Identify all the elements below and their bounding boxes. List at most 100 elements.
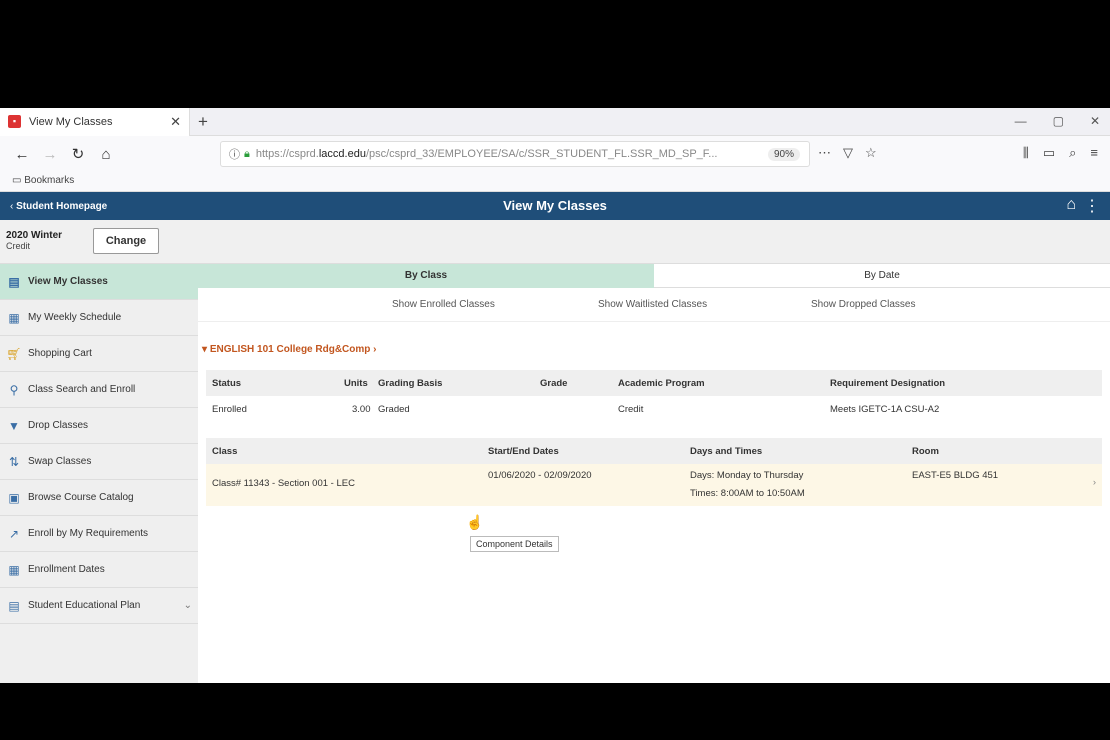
sidebar-item-swap-classes[interactable]: ⇅ Swap Classes — [0, 444, 198, 480]
url-prefix: https://csprd. — [255, 148, 319, 160]
tab-by-date[interactable]: By Date — [654, 264, 1110, 288]
sidebar-item-label: Student Educational Plan — [28, 600, 141, 611]
column-header: Academic Program — [618, 378, 705, 389]
sidebar-item-enrollment-dates[interactable]: ▦ Enrollment Dates — [0, 552, 198, 588]
maximize-icon[interactable]: ▢ — [1053, 114, 1064, 128]
sidebar-item-label: Drop Classes — [28, 420, 89, 431]
sidebar-item-drop-classes[interactable]: ▼ Drop Classes — [0, 408, 198, 444]
reload-icon[interactable]: ↻ — [64, 145, 92, 163]
sidebar: ▤ View My Classes ▦ My Weekly Schedule 🛒… — [0, 264, 198, 683]
folder-icon: ▭ — [12, 175, 22, 186]
grading-basis-value: Graded — [378, 404, 410, 415]
column-header: Class — [212, 446, 238, 457]
tooltip: Component Details — [470, 536, 559, 552]
pocket-icon[interactable]: ▽ — [843, 145, 853, 161]
content-panel: By Class By Date Show Enrolled Classes S… — [198, 264, 1110, 683]
show-waitlisted-checkbox[interactable]: Show Waitlisted Classes — [598, 299, 707, 310]
browser-window: ▪ View My Classes ✕ + — ▢ ✕ ← → ↻ ⌂ ⓘ 🔒︎… — [0, 108, 1110, 683]
status-table: Status Units Grading Basis Grade Academi… — [206, 370, 1102, 422]
menu-icon[interactable]: ≡ — [1090, 145, 1098, 161]
bookmarks-bar: ▭ Bookmarks — [0, 172, 1110, 192]
requirement-value: Meets IGETC-1A CSU-A2 — [830, 404, 940, 415]
main-area: ▤ View My Classes ▦ My Weekly Schedule 🛒… — [0, 264, 1110, 683]
search-icon[interactable]: ⌕ — [1069, 145, 1076, 161]
page-actions: ⋯ ▽ ☆ — [818, 145, 877, 161]
more-actions-icon[interactable]: ⋯ — [818, 145, 831, 161]
sidebar-item-label: Enrollment Dates — [28, 564, 105, 575]
sidebar-item-weekly-schedule[interactable]: ▦ My Weekly Schedule — [0, 300, 198, 336]
cart-icon: 🛒︎ — [6, 346, 22, 361]
show-dropped-checkbox[interactable]: Show Dropped Classes — [811, 299, 916, 310]
term-info: 2020 Winter Credit — [6, 230, 62, 251]
sidebar-toggle-icon[interactable]: ▭ — [1043, 145, 1055, 161]
column-header: Units — [344, 378, 368, 389]
swap-icon: ⇅ — [8, 454, 20, 469]
browser-tab[interactable]: ▪ View My Classes ✕ — [0, 108, 190, 136]
room-value: EAST-E5 BLDG 451 — [912, 470, 999, 481]
collapse-icon: ▾ — [202, 344, 208, 355]
drop-icon: ▼ — [8, 418, 20, 433]
sidebar-item-label: Shopping Cart — [28, 348, 92, 359]
chevron-right-icon: › — [373, 344, 377, 355]
home-icon[interactable]: ⌂ — [1066, 196, 1076, 214]
row-chevron-icon[interactable]: › — [1093, 477, 1096, 488]
library-icon[interactable]: ⫼ — [1023, 145, 1029, 161]
bookmark-star-icon[interactable]: ☆ — [865, 145, 877, 161]
sidebar-item-label: Enroll by My Requirements — [28, 528, 149, 539]
column-header: Requirement Designation — [830, 378, 946, 389]
home-icon[interactable]: ⌂ — [92, 146, 120, 163]
page-title: View My Classes — [503, 198, 607, 213]
show-enrolled-checkbox[interactable]: Show Enrolled Classes — [392, 299, 495, 310]
minimize-icon[interactable]: — — [1015, 114, 1027, 128]
sidebar-item-shopping-cart[interactable]: 🛒︎ Shopping Cart — [0, 336, 198, 372]
close-tab-icon[interactable]: ✕ — [170, 114, 181, 130]
toolbar-icons: ⫼ ▭ ⌕ ≡ — [1023, 145, 1098, 161]
column-header: Status — [212, 378, 242, 389]
status-table-header: Status Units Grading Basis Grade Academi… — [206, 370, 1102, 396]
new-tab-icon[interactable]: + — [198, 112, 208, 132]
class-row[interactable]: Class# 11343 - Section 001 - LEC 01/06/2… — [206, 464, 1102, 506]
sidebar-item-course-catalog[interactable]: ▣ Browse Course Catalog — [0, 480, 198, 516]
sidebar-item-label: My Weekly Schedule — [28, 312, 122, 323]
back-arrow-icon[interactable]: ← — [8, 146, 36, 163]
column-header: Start/End Dates — [488, 446, 559, 457]
close-window-icon[interactable]: ✕ — [1090, 114, 1100, 128]
sidebar-item-enroll-requirements[interactable]: ↗ Enroll by My Requirements — [0, 516, 198, 552]
show-filters: Show Enrolled Classes Show Waitlisted Cl… — [198, 288, 1110, 322]
site-favicon-icon: ▪ — [8, 115, 21, 128]
url-suffix: /psc/csprd_33/EMPLOYEE/SA/c/SSR_STUDENT_… — [365, 148, 718, 160]
forward-arrow-icon[interactable]: → — [36, 146, 64, 163]
units-value: 3.00 — [352, 404, 371, 415]
course-title-link[interactable]: ▾ ENGLISH 101 College Rdg&Comp › — [202, 344, 377, 355]
column-header: Grading Basis — [378, 378, 443, 389]
app-header: ‹ Student Homepage View My Classes ⌂ ⋮ — [0, 192, 1110, 220]
course-title: ENGLISH 101 College Rdg&Comp — [209, 344, 371, 355]
bookmarks-folder[interactable]: Bookmarks — [24, 175, 74, 186]
status-value: Enrolled — [212, 404, 247, 415]
url-domain: laccd.edu — [318, 148, 366, 160]
window-controls: — ▢ ✕ — [1015, 114, 1100, 128]
term-bar: 2020 Winter Credit Change — [0, 220, 1110, 264]
class-table-header: Class Start/End Dates Days and Times Roo… — [206, 438, 1102, 464]
sidebar-item-label: Browse Course Catalog — [28, 492, 134, 503]
sidebar-item-view-my-classes[interactable]: ▤ View My Classes — [0, 264, 198, 300]
table-row: Enrolled 3.00 Graded Credit Meets IGETC-… — [206, 396, 1102, 422]
times-value: Times: 8:00AM to 10:50AM — [690, 488, 805, 499]
tab-by-class[interactable]: By Class — [198, 264, 654, 288]
address-bar[interactable]: ⓘ 🔒︎ https://csprd. laccd.edu/psc/csprd_3… — [220, 141, 810, 167]
change-term-button[interactable]: Change — [93, 228, 159, 254]
plan-icon: ▤ — [8, 598, 20, 613]
sidebar-item-class-search[interactable]: ⚲ Class Search and Enroll — [0, 372, 198, 408]
sidebar-item-educational-plan[interactable]: ▤ Student Educational Plan ⌄ — [0, 588, 198, 624]
sidebar-item-label: View My Classes — [28, 276, 108, 287]
zoom-badge[interactable]: 90% — [768, 148, 801, 161]
hand-cursor-icon: ☝ — [466, 514, 484, 530]
days-value: Days: Monday to Thursday — [690, 470, 804, 481]
term-name: 2020 Winter — [6, 230, 63, 241]
browser-tab-title: View My Classes — [29, 115, 113, 128]
info-icon[interactable]: ⓘ — [229, 146, 240, 162]
expand-chevron-icon[interactable]: ⌄ — [184, 600, 192, 611]
lock-icon: 🔒︎ — [244, 147, 250, 160]
actions-menu-icon[interactable]: ⋮ — [1084, 196, 1100, 216]
view-tabs: By Class By Date — [198, 264, 1110, 288]
